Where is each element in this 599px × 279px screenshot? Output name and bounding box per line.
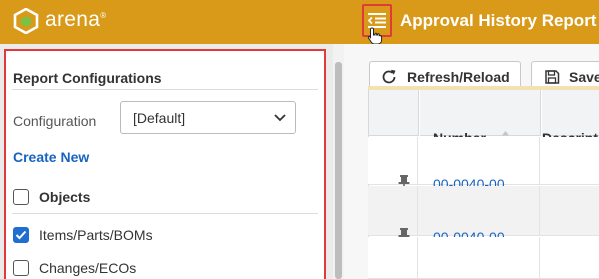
checkmark-icon (15, 230, 27, 240)
app-logo-text: arena® (45, 8, 107, 31)
configuration-select[interactable]: [Default] (120, 101, 296, 134)
arena-logo-icon (13, 8, 39, 34)
changes-ecos-label: Changes/ECOs (39, 260, 137, 276)
save-icon (545, 69, 560, 84)
items-parts-boms-checkbox-row[interactable]: Items/Parts/BOMs (13, 227, 153, 243)
configuration-value: [Default] (133, 110, 186, 126)
report-configurations-box: Report Configurations Configuration [Def… (4, 49, 326, 279)
panel-heading: Report Configurations (13, 70, 162, 86)
configuration-label: Configuration (13, 113, 97, 129)
objects-checkbox-row[interactable]: Objects (13, 189, 90, 205)
objects-label: Objects (39, 189, 91, 205)
divider (12, 89, 318, 90)
table-row[interactable] (368, 237, 599, 279)
divider (12, 213, 318, 214)
row-selector[interactable] (368, 237, 418, 278)
chevron-down-icon (274, 114, 286, 122)
number-cell (419, 237, 540, 278)
refresh-reload-label: Refresh/Reload (407, 68, 510, 85)
items-parts-boms-label: Items/Parts/BOMs (39, 227, 153, 243)
report-configurations-panel: Report Configurations Configuration [Def… (0, 44, 333, 279)
number-cell (419, 186, 540, 235)
panel-scrollbar-thumb[interactable] (335, 62, 342, 279)
changes-ecos-checkbox[interactable] (13, 260, 29, 276)
page-title: Approval History Report (400, 11, 597, 30)
items-parts-boms-checkbox[interactable] (13, 227, 29, 243)
hand-cursor-icon (367, 27, 383, 45)
select-column-header (369, 90, 419, 136)
changes-ecos-checkbox-row[interactable]: Changes/ECOs (13, 260, 136, 276)
save-label: Save (569, 68, 599, 85)
row-selector[interactable] (368, 186, 418, 235)
row-selector[interactable] (368, 137, 418, 184)
objects-checkbox[interactable] (13, 189, 29, 205)
create-new-link[interactable]: Create New (13, 149, 89, 165)
refresh-icon (382, 69, 396, 83)
